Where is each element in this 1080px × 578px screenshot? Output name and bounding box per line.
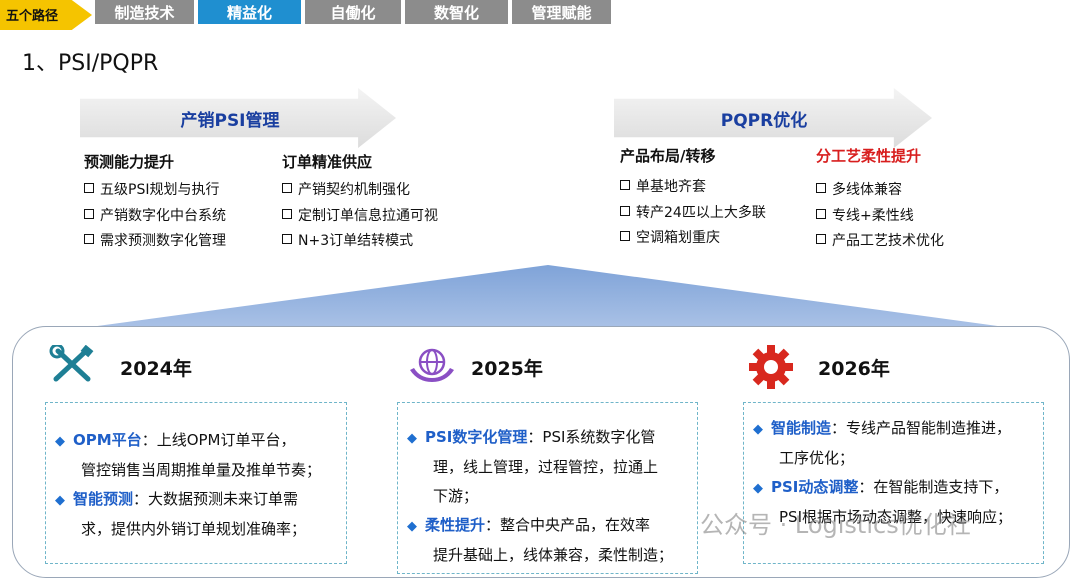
plan-paragraph: ◆ PSI数字化管理：PSI系统数字化管 理，线上管理，过程管控，拉通上 下游； …	[407, 428, 674, 564]
tools-icon	[49, 345, 94, 382]
diamond-bullet-icon: ◆	[753, 481, 763, 496]
watermark: 公众号 · Logistics优化社	[700, 511, 971, 539]
year-2026: 2026年	[818, 358, 890, 380]
plan-paragraph: ◆ OPM平台：上线OPM订单平台， 管控销售当周期推单量及推单节奏； ◆ 智能预测…	[55, 431, 322, 538]
year-2024: 2024年	[120, 358, 192, 380]
gear-icon	[749, 345, 793, 389]
year-2025: 2025年	[471, 358, 543, 380]
globe-hands-icon	[410, 348, 454, 382]
diamond-bullet-icon: ◆	[55, 434, 65, 449]
diamond-bullet-icon: ◆	[55, 493, 65, 508]
diamond-bullet-icon: ◆	[407, 431, 417, 446]
diamond-bullet-icon: ◆	[407, 519, 417, 534]
diamond-bullet-icon: ◆	[753, 422, 763, 437]
